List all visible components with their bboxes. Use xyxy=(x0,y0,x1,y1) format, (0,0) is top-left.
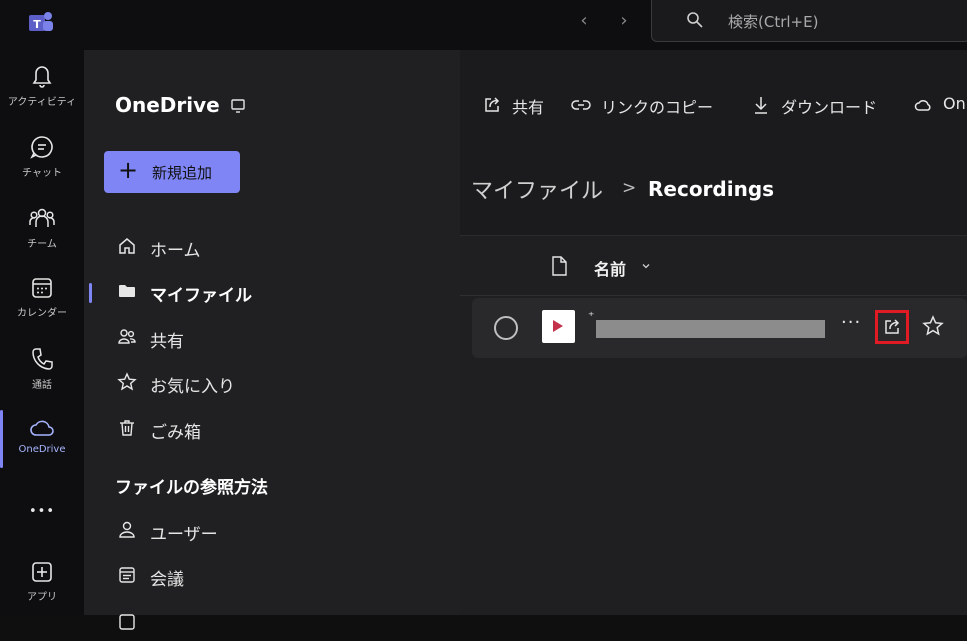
monitor-icon[interactable] xyxy=(230,98,246,114)
rail-label-apps: アプリ xyxy=(27,592,57,603)
play-icon xyxy=(553,320,563,332)
add-new-label: 新規追加 xyxy=(152,164,213,182)
sidebar-item-home[interactable]: ホーム xyxy=(84,227,460,265)
rail-item-calendar[interactable]: カレンダー xyxy=(0,276,84,346)
forward-arrow-icon[interactable]: › xyxy=(613,10,635,32)
link-icon xyxy=(571,100,591,110)
copy-link-label: リンクのコピー xyxy=(601,98,714,117)
share-icon xyxy=(885,319,900,334)
share-label: 共有 xyxy=(512,98,545,117)
home-icon xyxy=(119,238,135,254)
cloud-icon xyxy=(914,100,931,111)
bell-icon xyxy=(32,66,52,88)
breadcrumb-my-files[interactable]: マイファイル xyxy=(471,173,603,205)
rail-label-activity: アクティビティ xyxy=(7,97,77,108)
row-select-radio[interactable] xyxy=(494,316,518,340)
sidebar-item-partial[interactable] xyxy=(84,603,460,641)
apps-icon xyxy=(32,562,52,582)
sidebar-item-label: ごみ箱 xyxy=(150,423,201,443)
file-list-header: 名前 xyxy=(460,236,967,296)
breadcrumb-separator: > xyxy=(622,178,637,198)
sidebar-item-label: 会議 xyxy=(150,570,184,590)
add-new-button[interactable]: + 新規追加 xyxy=(104,151,240,193)
onedrive-sidebar: OneDrive + 新規追加 ホーム マイファイル 共有 お気に入り ごみ箱 … xyxy=(84,50,460,630)
file-type-icon xyxy=(552,256,567,276)
rail-item-activity[interactable]: アクティビティ xyxy=(0,63,84,133)
file-list: 名前 ⁺ ··· xyxy=(460,235,967,615)
sidebar-item-label: 共有 xyxy=(150,332,184,352)
more-icon: ••• xyxy=(28,504,55,519)
chat-icon xyxy=(30,136,53,159)
sidebar-item-my-files[interactable]: マイファイル xyxy=(84,272,460,310)
app-rail: アクティビティ チャット チーム カレンダー 通話 OneDrive ••• ア… xyxy=(0,50,84,615)
rail-label-chat: チャット xyxy=(22,168,62,179)
rail-item-teams[interactable]: チーム xyxy=(0,205,84,275)
rail-label-onedrive: OneDrive xyxy=(18,444,66,455)
person-icon xyxy=(119,521,135,538)
rail-item-chat[interactable]: チャット xyxy=(0,134,84,204)
sidebar-title: OneDrive xyxy=(115,93,220,117)
sidebar-item-people[interactable]: ユーザー xyxy=(84,511,460,549)
sidebar-item-label: お気に入り xyxy=(150,377,235,397)
rail-more-button[interactable]: ••• xyxy=(0,500,84,524)
table-row[interactable]: ⁺ ··· xyxy=(472,298,967,358)
rail-label-calendar: カレンダー xyxy=(17,308,67,319)
star-icon xyxy=(117,372,137,391)
sidebar-item-meetings[interactable]: 会議 xyxy=(84,556,460,594)
browse-heading: ファイルの参照方法 xyxy=(115,478,268,498)
sidebar-item-recycle-bin[interactable]: ごみ箱 xyxy=(84,409,460,447)
search-icon xyxy=(687,12,703,28)
sidebar-item-label: ユーザー xyxy=(150,525,218,545)
video-file-icon xyxy=(542,310,575,343)
sidebar-item-label: ホーム xyxy=(150,241,201,261)
share-icon xyxy=(485,97,500,112)
trash-icon xyxy=(120,420,134,436)
download-icon xyxy=(755,97,767,114)
back-arrow-icon[interactable]: ‹ xyxy=(573,10,595,32)
search-placeholder: 検索(Ctrl+E) xyxy=(728,13,819,31)
column-header-name[interactable]: 名前 xyxy=(594,256,626,280)
main-content: 共有 リンクのコピー ダウンロード On マイファイル > Recordings xyxy=(460,50,967,615)
sidebar-item-shared[interactable]: 共有 xyxy=(84,318,460,356)
row-share-button[interactable] xyxy=(875,310,909,344)
file-name-redacted[interactable] xyxy=(596,320,825,338)
download-label: ダウンロード xyxy=(781,98,878,117)
calendar-icon xyxy=(32,278,52,298)
document-icon xyxy=(119,614,135,630)
new-file-indicator: ⁺ xyxy=(588,309,595,323)
teams-logo-icon[interactable]: T xyxy=(27,9,55,35)
rail-label-teams: チーム xyxy=(27,239,57,250)
search-input[interactable]: 検索(Ctrl+E) xyxy=(651,0,967,42)
rail-item-onedrive[interactable]: OneDrive xyxy=(0,416,84,486)
cloud-icon xyxy=(30,420,54,436)
meeting-icon xyxy=(119,567,135,583)
phone-icon xyxy=(32,348,53,370)
title-bar: T ‹ › 検索(Ctrl+E) xyxy=(0,0,967,50)
rail-item-apps[interactable]: アプリ xyxy=(0,560,84,630)
sidebar-item-favorites[interactable]: お気に入り xyxy=(84,363,460,401)
chevron-down-icon[interactable] xyxy=(640,260,652,272)
plus-icon: + xyxy=(118,156,139,184)
rail-label-calls: 通話 xyxy=(32,380,52,391)
svg-text:T: T xyxy=(33,18,41,31)
more-options-button[interactable]: ··· xyxy=(841,312,861,333)
rail-item-calls[interactable]: 通話 xyxy=(0,346,84,416)
onedrive-label: On xyxy=(943,94,966,113)
people-icon xyxy=(118,329,136,344)
favorite-star-icon[interactable] xyxy=(922,315,944,337)
sidebar-item-label: マイファイル xyxy=(150,286,252,306)
teams-icon xyxy=(29,208,55,227)
breadcrumb-current: Recordings xyxy=(648,177,775,201)
folder-icon xyxy=(119,285,135,297)
